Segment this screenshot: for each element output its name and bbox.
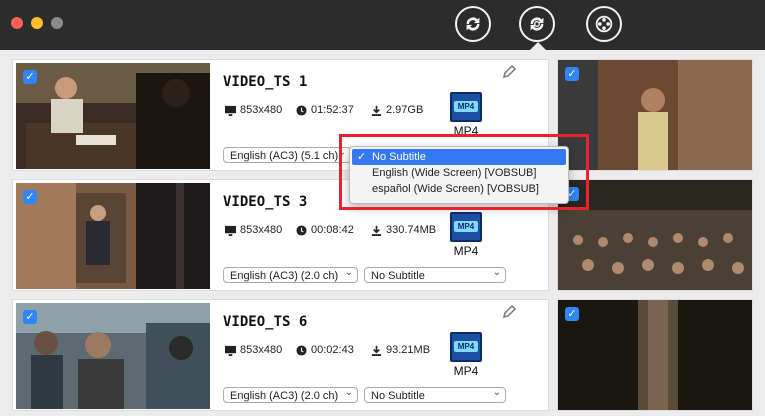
download-icon <box>371 225 382 236</box>
video-title: VIDEO_TS 3 <box>223 194 308 210</box>
video-thumbnail[interactable]: ✓ <box>16 63 210 169</box>
video-thumbnail <box>558 300 752 410</box>
edit-icon[interactable] <box>501 64 517 80</box>
video-thumbnail[interactable]: ✓ <box>16 183 210 289</box>
resolution-info: 853x480 <box>225 104 282 116</box>
select-checkbox[interactable]: ✓ <box>23 70 37 84</box>
edit-icon[interactable] <box>501 304 517 320</box>
clock-icon <box>296 104 307 116</box>
title-bar <box>0 0 765 50</box>
audio-track-select[interactable]: English (AC3) (2.0 ch) <box>223 387 358 403</box>
convert-settings-icon <box>530 17 544 31</box>
size-info: 93.21MB <box>371 344 430 356</box>
film-reel-icon <box>595 15 613 33</box>
resolution-value: 853x480 <box>240 224 283 236</box>
subtitle-select[interactable]: No Subtitle <box>364 267 506 283</box>
size-value: 2.97GB <box>386 104 424 116</box>
format-label: MP4 <box>453 244 479 258</box>
select-checkbox[interactable]: ✓ <box>23 310 37 324</box>
select-checkbox[interactable]: ✓ <box>565 307 579 321</box>
output-format[interactable]: MP4 MP4 <box>448 212 484 258</box>
video-card-partial[interactable]: ✓ <box>557 299 753 411</box>
format-label: MP4 <box>453 364 479 378</box>
video-card[interactable]: ✓ VIDEO_TS 6 853x480 00:02:43 93.21MB MP… <box>12 299 549 411</box>
select-checkbox[interactable]: ✓ <box>23 190 37 204</box>
close-window-button[interactable] <box>11 17 23 29</box>
download-icon <box>371 105 382 116</box>
monitor-icon <box>225 345 236 356</box>
toolbox-button[interactable] <box>586 6 622 42</box>
minimize-window-button[interactable] <box>31 17 43 29</box>
duration-value: 00:08:42 <box>311 224 354 236</box>
output-format[interactable]: MP4 MP4 <box>448 92 484 138</box>
audio-track-select[interactable]: English (AC3) (5.1 ch) <box>223 147 351 163</box>
video-thumbnail[interactable]: ✓ <box>16 303 210 409</box>
duration-value: 00:02:43 <box>311 344 354 356</box>
annotation-highlight-box <box>339 134 589 210</box>
duration-info: 00:02:43 <box>296 344 354 356</box>
zoom-window-button[interactable] <box>51 17 63 29</box>
duration-info: 01:52:37 <box>296 104 354 116</box>
convert-button[interactable] <box>455 6 491 42</box>
size-info: 2.97GB <box>371 104 423 116</box>
duration-value: 01:52:37 <box>311 104 354 116</box>
output-format[interactable]: MP4 MP4 <box>448 332 484 378</box>
duration-info: 00:08:42 <box>296 224 354 236</box>
convert-settings-button[interactable] <box>519 6 555 42</box>
video-title: VIDEO_TS 1 <box>223 74 308 90</box>
resolution-info: 853x480 <box>225 344 282 356</box>
resolution-info: 853x480 <box>225 224 282 236</box>
mp4-format-icon: MP4 <box>450 212 482 242</box>
audio-track-select[interactable]: English (AC3) (2.0 ch) <box>223 267 358 283</box>
convert-icon <box>466 17 480 31</box>
size-value: 330.74MB <box>386 224 437 236</box>
resolution-value: 853x480 <box>240 104 283 116</box>
download-icon <box>371 345 382 356</box>
clock-icon <box>296 344 307 356</box>
video-list: ✓ VIDEO_TS 1 853x480 01:52:37 2.97GB MP4… <box>0 50 765 416</box>
size-info: 330.74MB <box>371 224 436 236</box>
clock-icon <box>296 224 307 236</box>
size-value: 93.21MB <box>386 344 431 356</box>
active-tab-indicator <box>530 42 546 50</box>
select-checkbox[interactable]: ✓ <box>565 67 579 81</box>
monitor-icon <box>225 225 236 236</box>
subtitle-select[interactable]: No Subtitle <box>364 387 506 403</box>
video-title: VIDEO_TS 6 <box>223 314 308 330</box>
mp4-format-icon: MP4 <box>450 332 482 362</box>
resolution-value: 853x480 <box>240 344 283 356</box>
monitor-icon <box>225 105 236 116</box>
mp4-format-icon: MP4 <box>450 92 482 122</box>
